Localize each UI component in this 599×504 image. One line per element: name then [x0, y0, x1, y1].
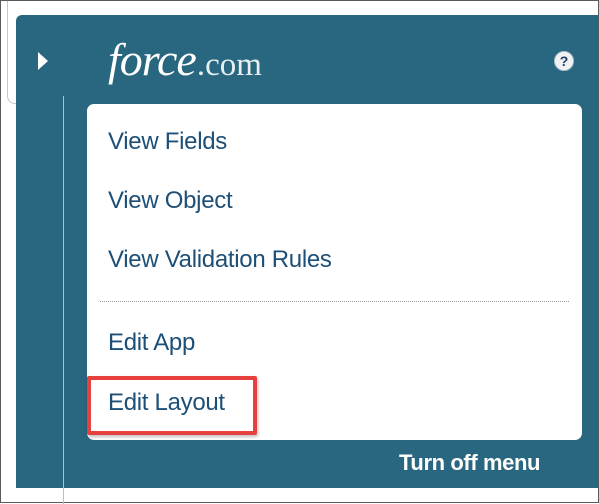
triangle-right-icon[interactable]: [38, 52, 48, 70]
menu-item-view-object[interactable]: View Object: [108, 186, 233, 216]
logo-dotcom-text: .com: [196, 47, 262, 83]
menu-card: View Fields View Object View Validation …: [87, 104, 582, 440]
menu-item-view-validation-rules[interactable]: View Validation Rules: [108, 245, 332, 275]
menu-item-edit-app[interactable]: Edit App: [108, 328, 195, 358]
logo-force-text: force: [108, 34, 197, 85]
menu-separator: [100, 301, 569, 302]
help-icon[interactable]: ?: [554, 51, 574, 71]
menu-item-view-fields[interactable]: View Fields: [108, 127, 227, 157]
menu-item-edit-layout[interactable]: Edit Layout: [108, 388, 225, 418]
left-divider: [63, 96, 64, 504]
force-com-logo: force.com: [108, 35, 262, 85]
screenshot-frame: force.com ? View Fields View Object View…: [0, 0, 599, 504]
turn-off-menu-link[interactable]: Turn off menu: [399, 448, 540, 478]
